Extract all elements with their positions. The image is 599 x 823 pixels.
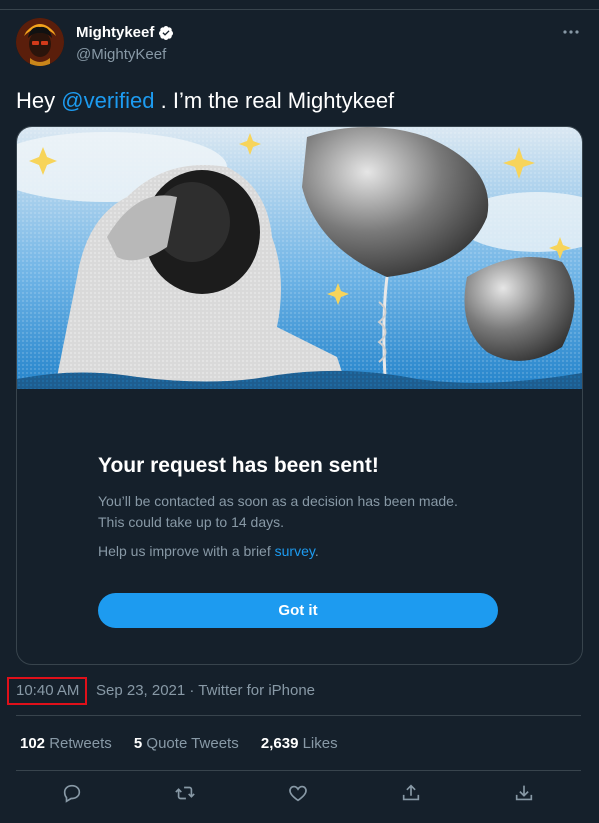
display-name-row: Mightykeef	[76, 24, 174, 41]
help-prefix: Help us improve with a brief	[98, 543, 275, 559]
handle[interactable]: @MightyKeef	[76, 46, 166, 63]
more-options-icon[interactable]	[561, 22, 581, 42]
quote-tweets-count: 5	[133, 735, 143, 752]
likes-label: Likes	[302, 735, 338, 752]
tweet-date-source[interactable]: Sep 23, 2021 · Twitter for iPhone	[96, 682, 315, 699]
card-body-line-1: You’ll be contacted as soon as a decisio…	[98, 493, 458, 509]
retweets-count: 102	[20, 735, 46, 752]
tweet-header: Mightykeef @MightyKeef	[16, 18, 583, 70]
meta-divider	[16, 715, 581, 716]
astronaut-balloon-image	[17, 127, 582, 397]
tweet-media-card[interactable]: Your request has been sent! You’ll be co…	[16, 126, 583, 665]
verified-badge-icon	[158, 25, 174, 41]
quote-tweets-label: Quote Tweets	[146, 735, 239, 752]
stats-divider	[16, 770, 581, 771]
retweets-stat[interactable]: 102 Retweets	[20, 735, 112, 752]
avatar-illustration	[16, 18, 64, 66]
card-help-text: Help us improve with a brief survey.	[98, 543, 319, 559]
card-body-line-2: This could take up to 14 days.	[98, 514, 284, 530]
help-suffix: .	[314, 543, 319, 559]
survey-link[interactable]: survey	[275, 543, 315, 559]
tweet-text: Hey @verified . I’m the real Mightykeef	[16, 88, 394, 114]
download-icon[interactable]	[511, 780, 537, 806]
card-body: You’ll be contacted as soon as a decisio…	[98, 491, 458, 533]
tweet-actions	[16, 780, 581, 808]
tweet-text-prefix: Hey	[16, 88, 62, 113]
mention-link[interactable]: @verified	[61, 88, 154, 113]
got-it-button[interactable]: Got it	[98, 593, 498, 628]
retweets-label: Retweets	[49, 735, 112, 752]
quote-tweets-stat[interactable]: 5 Quote Tweets	[134, 735, 239, 752]
likes-count: 2,639	[260, 735, 299, 752]
likes-stat[interactable]: 2,639 Likes	[261, 735, 338, 752]
tweet-stats: 102 Retweets 5 Quote Tweets 2,639 Likes	[20, 735, 356, 752]
retweet-icon[interactable]	[172, 780, 198, 806]
tweet-text-suffix: . I’m the real Mightykeef	[154, 88, 395, 113]
reply-icon[interactable]	[59, 780, 85, 806]
like-icon[interactable]	[285, 780, 311, 806]
tweet-time[interactable]: 10:40 AM	[16, 682, 79, 699]
top-divider	[0, 9, 599, 10]
share-icon[interactable]	[398, 780, 424, 806]
display-name[interactable]: Mightykeef	[76, 24, 154, 41]
avatar[interactable]	[16, 18, 64, 66]
card-title: Your request has been sent!	[98, 454, 379, 477]
